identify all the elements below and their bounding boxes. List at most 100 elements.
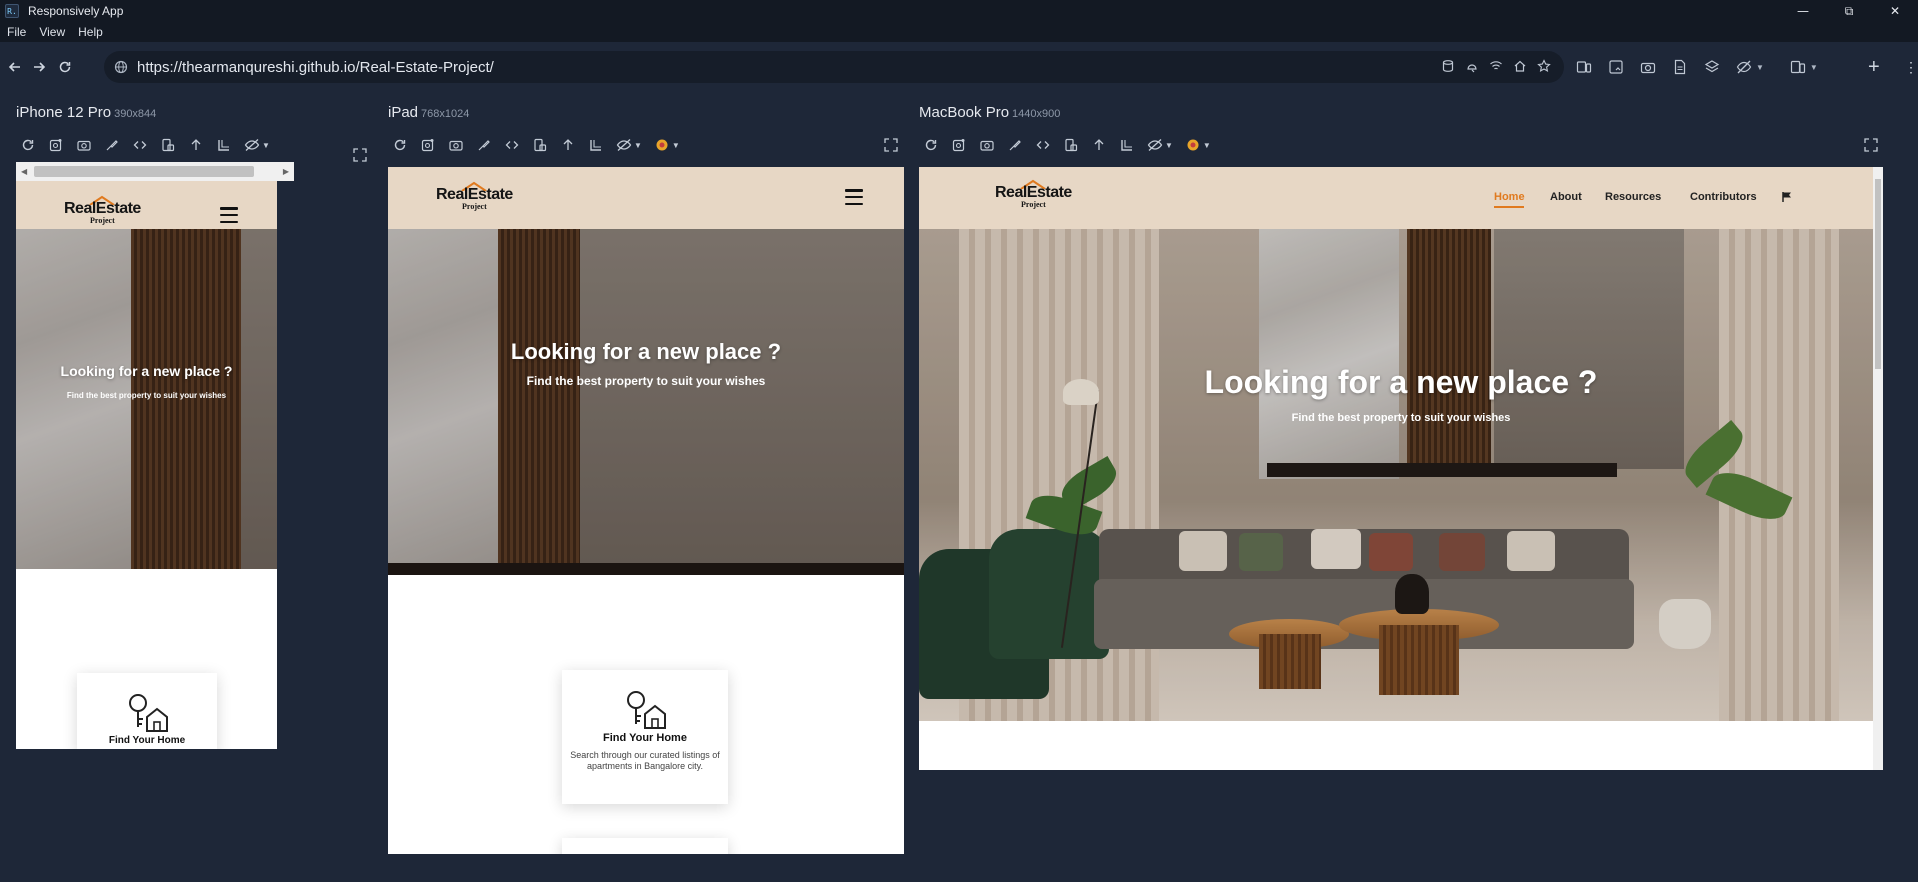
hide-eye-icon[interactable] xyxy=(1147,137,1163,153)
camera-icon[interactable] xyxy=(76,137,92,153)
reload-icon[interactable] xyxy=(392,137,408,153)
vertical-scrollbar[interactable] xyxy=(1873,167,1883,770)
hamburger-menu-icon[interactable] xyxy=(220,207,238,223)
expand-icon[interactable] xyxy=(352,147,368,163)
menu-view[interactable]: View xyxy=(39,25,65,39)
chevron-down-icon[interactable]: ▼ xyxy=(1203,141,1211,150)
nav-about[interactable]: About xyxy=(1550,191,1582,203)
inspect-icon[interactable] xyxy=(1007,137,1023,153)
feature-card[interactable]: Find Your Home xyxy=(77,673,217,749)
layout-icon[interactable] xyxy=(1790,59,1806,75)
card-title: Find Your Home xyxy=(603,732,687,744)
scroll-thumb[interactable] xyxy=(34,166,254,177)
logo-sub-text: Project xyxy=(1021,200,1046,209)
document-icon[interactable] xyxy=(1672,59,1688,75)
ipad-viewport[interactable]: RealEstate Project Looking for a new pla… xyxy=(388,167,904,854)
window-title: Responsively App xyxy=(28,4,124,18)
nav-resources[interactable]: Resources xyxy=(1605,191,1661,203)
chevron-down-icon[interactable]: ▼ xyxy=(1810,63,1818,72)
network-icon[interactable] xyxy=(1488,58,1504,74)
chevron-down-icon[interactable]: ▼ xyxy=(262,141,270,150)
url-text[interactable]: https://thearmanqureshi.github.io/Real-E… xyxy=(137,59,494,76)
devices-icon[interactable] xyxy=(1576,59,1592,75)
inspect-icon[interactable] xyxy=(104,137,120,153)
close-icon[interactable]: ✕ xyxy=(1872,0,1918,22)
camera-icon[interactable] xyxy=(448,137,464,153)
color-blind-icon[interactable] xyxy=(654,137,670,153)
inspect-icon[interactable] xyxy=(476,137,492,153)
device-toolbar-ipad: ▼ ▼ xyxy=(392,137,680,153)
main-toolbar: https://thearmanqureshi.github.io/Real-E… xyxy=(0,42,1918,92)
scroll-thumb[interactable] xyxy=(1875,179,1881,369)
reload-icon[interactable] xyxy=(923,137,939,153)
database-icon[interactable] xyxy=(1440,58,1456,74)
ruler-icon[interactable] xyxy=(1119,137,1135,153)
iphone-horizontal-scrollbar[interactable]: ◀ ▶ xyxy=(16,162,294,181)
rotate-device-icon[interactable] xyxy=(532,137,548,153)
add-device-icon[interactable]: + xyxy=(1868,57,1880,77)
site-logo[interactable]: RealEstate Project xyxy=(995,179,1072,209)
device-label-ipad: iPad 768x1024 xyxy=(388,104,469,121)
camera-icon[interactable] xyxy=(1640,59,1656,75)
hamburger-menu-icon[interactable] xyxy=(845,189,863,205)
hide-eye-icon[interactable] xyxy=(616,137,632,153)
screenshot-icon[interactable] xyxy=(951,137,967,153)
restore-icon[interactable]: ⧉ xyxy=(1826,0,1872,22)
code-icon[interactable] xyxy=(1035,137,1051,153)
feature-card[interactable]: Find Your Home Search through our curate… xyxy=(562,670,728,804)
scroll-top-icon[interactable] xyxy=(1091,137,1107,153)
bookmark-star-icon[interactable] xyxy=(1536,58,1552,74)
rotate-device-icon[interactable] xyxy=(1063,137,1079,153)
back-icon[interactable] xyxy=(4,56,26,78)
expand-icon[interactable] xyxy=(883,137,899,153)
camera-icon[interactable] xyxy=(979,137,995,153)
iphone-viewport[interactable]: RealEstate Project Looking for a new pla… xyxy=(16,181,277,749)
hide-eye-icon[interactable] xyxy=(1736,59,1752,75)
nav-home[interactable]: Home xyxy=(1494,191,1525,203)
cookie-icon[interactable] xyxy=(1464,58,1480,74)
macbook-viewport[interactable]: RealEstate Project Home About Resources … xyxy=(919,167,1883,770)
ruler-icon[interactable] xyxy=(216,137,232,153)
logo-sub-text: Project xyxy=(90,216,115,225)
screenshot-icon[interactable] xyxy=(420,137,436,153)
app-icon: R. xyxy=(5,4,19,18)
site-logo[interactable]: RealEstate Project xyxy=(436,181,513,211)
site-logo[interactable]: RealEstate Project xyxy=(64,195,141,225)
screenshot-icon[interactable] xyxy=(48,137,64,153)
layers-icon[interactable] xyxy=(1704,59,1720,75)
nav-contributors[interactable]: Contributors xyxy=(1690,191,1757,203)
rotate-device-icon[interactable] xyxy=(160,137,176,153)
code-icon[interactable] xyxy=(504,137,520,153)
hero-subtitle: Find the best property to suit your wish… xyxy=(526,374,766,388)
more-menu-icon[interactable]: ⋮ xyxy=(1904,59,1918,76)
chevron-down-icon[interactable]: ▼ xyxy=(1165,141,1173,150)
code-icon[interactable] xyxy=(132,137,148,153)
title-bar: R. Responsively App — ⧉ ✕ xyxy=(0,0,1918,22)
device-toolbar-macbook: ▼ ▼ xyxy=(923,137,1211,153)
chevron-down-icon[interactable]: ▼ xyxy=(634,141,642,150)
menu-file[interactable]: File xyxy=(7,25,26,39)
address-bar[interactable]: https://thearmanqureshi.github.io/Real-E… xyxy=(104,51,1564,83)
flag-icon[interactable] xyxy=(1781,191,1793,203)
hero-subtitle: Find the best property to suit your wish… xyxy=(66,391,227,400)
chevron-down-icon[interactable]: ▼ xyxy=(672,141,680,150)
preview-icon[interactable] xyxy=(1608,59,1624,75)
forward-icon[interactable] xyxy=(28,56,50,78)
minimize-icon[interactable]: — xyxy=(1780,0,1826,22)
hide-eye-icon[interactable] xyxy=(244,137,260,153)
ruler-icon[interactable] xyxy=(588,137,604,153)
expand-icon[interactable] xyxy=(1863,137,1879,153)
reload-icon[interactable] xyxy=(20,137,36,153)
logo-main-text: RealEstate xyxy=(995,184,1072,201)
menu-help[interactable]: Help xyxy=(78,25,103,39)
scroll-right-icon[interactable]: ▶ xyxy=(283,167,289,176)
color-blind-icon[interactable] xyxy=(1185,137,1201,153)
scroll-top-icon[interactable] xyxy=(560,137,576,153)
card-title: Find Your Home xyxy=(108,735,186,746)
scroll-top-icon[interactable] xyxy=(188,137,204,153)
chevron-down-icon[interactable]: ▼ xyxy=(1756,63,1764,72)
home-icon[interactable] xyxy=(1512,58,1528,74)
feature-card[interactable] xyxy=(562,838,728,854)
scroll-left-icon[interactable]: ◀ xyxy=(21,167,27,176)
reload-icon[interactable] xyxy=(54,56,76,78)
